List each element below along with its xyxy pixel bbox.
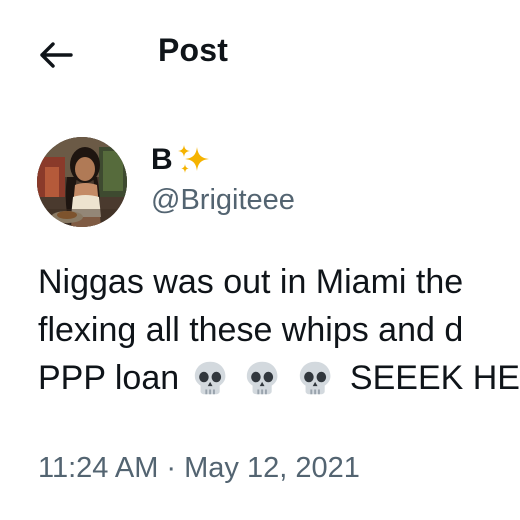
user-handle[interactable]: @Brigiteee [151,184,295,217]
tweet-line: Niggas was out in Miami the [38,258,520,306]
avatar[interactable] [37,137,127,227]
tweet-line-3-suffix: SEEEK HE [349,359,520,397]
tweet-line-3-prefix: PPP loan [38,359,180,397]
top-bar: Post [0,20,520,90]
post-screen: Post B @Brigiteee Niggas was out in Miam… [0,0,520,520]
tweet-line-2: flexing all these whips and d [38,311,464,349]
tweet-line: PPP loan SEEEK HE [38,354,520,402]
skull-icon [299,361,331,395]
page-title: Post [158,32,229,68]
display-name-row[interactable]: B [151,140,213,180]
display-name[interactable]: B [151,143,173,177]
skull-icon [247,361,278,395]
post-timestamp[interactable]: 11:24 AM · May 12, 2021 [38,452,360,485]
skull-icon [194,361,226,395]
tweet-line: flexing all these whips and d [38,306,520,354]
back-button[interactable] [36,38,76,72]
sparkles-icon [177,145,209,173]
tweet-body: Niggas was out in Miami the flexing all … [38,258,520,402]
arrow-left-icon [40,42,73,68]
avatar-image [37,137,127,227]
tweet-line-1: Niggas was out in Miami the [38,263,464,301]
